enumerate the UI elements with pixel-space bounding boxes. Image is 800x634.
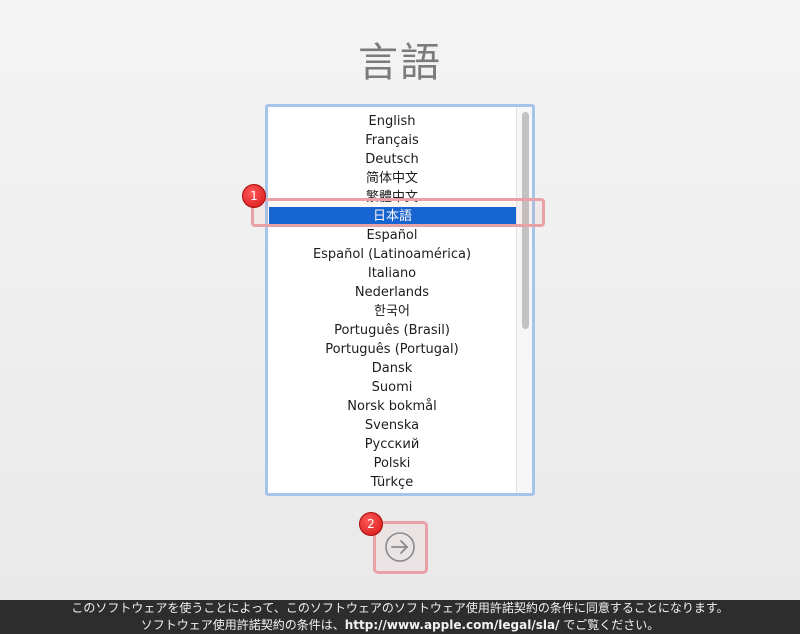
language-item[interactable]: Français xyxy=(268,131,516,150)
language-item[interactable]: Deutsch xyxy=(268,150,516,169)
language-item[interactable]: Nederlands xyxy=(268,283,516,302)
license-text-suffix: でご覧ください。 xyxy=(559,618,660,632)
selection-highlight-annotation xyxy=(251,198,545,227)
language-item[interactable]: Norsk bokmål xyxy=(268,397,516,416)
installer-window: 言語 English Français Deutsch 简体中文 繁體中文 日本語 Espa… xyxy=(0,0,800,600)
language-list-items: English Français Deutsch 简体中文 繁體中文 日本語 Español… xyxy=(268,112,516,492)
language-item[interactable]: Español (Latinoamérica) xyxy=(268,245,516,264)
language-item[interactable]: Türkçe xyxy=(268,473,516,492)
language-item[interactable]: Português (Brasil) xyxy=(268,321,516,340)
language-item[interactable]: Dansk xyxy=(268,359,516,378)
license-text-line-1: このソフトウェアを使うことによって、このソフトウェアのソフトウェア使用許諾契約の… xyxy=(71,601,729,615)
language-item[interactable]: Italiano xyxy=(268,264,516,283)
language-item[interactable]: Polski xyxy=(268,454,516,473)
language-item[interactable]: 한국어 xyxy=(268,302,516,321)
arrow-right-circle-icon xyxy=(385,532,415,562)
language-item[interactable]: Русский xyxy=(268,435,516,454)
language-item[interactable]: Suomi xyxy=(268,378,516,397)
language-item[interactable]: English xyxy=(268,112,516,131)
language-item[interactable]: Svenska xyxy=(268,416,516,435)
license-text-prefix: ソフトウェア使用許諾契約の条件は、 xyxy=(140,618,345,632)
language-item[interactable]: Español xyxy=(268,226,516,245)
language-list[interactable]: English Français Deutsch 简体中文 繁體中文 日本語 Español… xyxy=(265,104,535,496)
page-title: 言語 xyxy=(358,40,442,86)
step-badge-1: 1 xyxy=(242,184,266,208)
language-item[interactable]: 简体中文 xyxy=(268,169,516,188)
license-link[interactable]: http://www.apple.com/legal/sla/ xyxy=(345,618,560,632)
language-item[interactable]: Português (Portugal) xyxy=(268,340,516,359)
license-text-line-2: ソフトウェア使用許諾契約の条件は、http://www.apple.com/le… xyxy=(0,617,800,634)
license-footer: このソフトウェアを使うことによって、このソフトウェアのソフトウェア使用許諾契約の… xyxy=(0,600,800,634)
scrollbar-track[interactable] xyxy=(516,107,532,493)
step-badge-2: 2 xyxy=(359,512,383,536)
continue-button[interactable] xyxy=(382,529,418,565)
